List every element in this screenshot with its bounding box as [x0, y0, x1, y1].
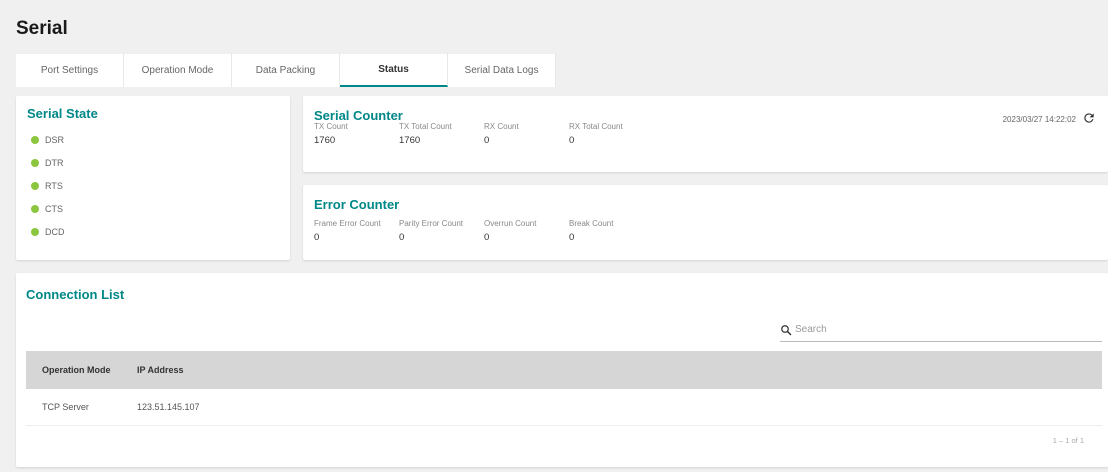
page-title: Serial: [16, 18, 68, 39]
counter-value: 0: [399, 232, 405, 243]
tab-status[interactable]: Status: [340, 54, 448, 87]
search-input[interactable]: [795, 324, 1085, 335]
serial-state-list: DSR DTR RTS CTS DCD: [27, 128, 279, 243]
refresh-icon[interactable]: [1082, 111, 1096, 125]
serial-counter-row: TX Count 1760 TX Total Count 1760 RX Cou…: [314, 122, 654, 146]
error-counter-card: Error Counter Frame Error Count 0 Parity…: [303, 185, 1108, 260]
table-row[interactable]: TCP Server 123.51.145.107: [26, 389, 1102, 426]
status-dot-icon: [31, 227, 39, 236]
status-dot-icon: [31, 181, 39, 190]
cell-ip-address: 123.51.145.107: [137, 402, 200, 412]
state-item-rts: RTS: [27, 174, 279, 197]
connection-list-title: Connection List: [26, 287, 125, 302]
serial-state-title: Serial State: [27, 106, 98, 121]
counter-value: 0: [484, 135, 490, 146]
connection-table: Operation Mode IP Address TCP Server 123…: [26, 351, 1102, 426]
tx-total-count: TX Total Count 1760: [399, 122, 484, 146]
parity-error-count: Parity Error Count 0: [399, 219, 484, 243]
counter-value: 0: [569, 135, 575, 146]
state-item-dsr: DSR: [27, 128, 279, 151]
rx-count: RX Count 0: [484, 122, 569, 146]
status-dot-icon: [31, 204, 39, 213]
tab-serial-data-logs[interactable]: Serial Data Logs: [448, 54, 556, 87]
error-counter-row: Frame Error Count 0 Parity Error Count 0…: [314, 219, 654, 243]
counter-label: TX Count: [314, 122, 348, 131]
state-item-label: RTS: [45, 180, 63, 191]
state-item-label: DSR: [45, 134, 65, 145]
serial-state-card: Serial State DSR DTR RTS CTS DCD: [16, 96, 290, 260]
column-header-operation-mode[interactable]: Operation Mode: [26, 365, 125, 375]
counter-label: RX Count: [484, 122, 519, 131]
tab-port-settings[interactable]: Port Settings: [16, 54, 124, 87]
overrun-count: Overrun Count 0: [484, 219, 569, 243]
serial-counter-card: Serial Counter 2023/03/27 14:22:02 TX Co…: [303, 96, 1108, 172]
counter-label: Parity Error Count: [399, 219, 464, 228]
state-item-label: CTS: [45, 203, 63, 214]
counter-value: 0: [484, 232, 490, 243]
state-item-label: DTR: [45, 157, 64, 168]
counter-value: 0: [569, 232, 575, 243]
counter-label: Frame Error Count: [314, 219, 381, 228]
error-counter-title: Error Counter: [314, 197, 400, 212]
state-item-dtr: DTR: [27, 151, 279, 174]
search-icon: [781, 324, 792, 335]
counter-value: 1760: [314, 135, 336, 146]
state-item-cts: CTS: [27, 197, 279, 220]
cell-operation-mode: TCP Server: [42, 402, 89, 412]
search-box: [780, 318, 1102, 342]
status-dot-icon: [31, 158, 39, 167]
rx-total-count: RX Total Count 0: [569, 122, 654, 146]
tab-data-packing[interactable]: Data Packing: [232, 54, 340, 87]
pagination-label: 1 – 1 of 1: [1052, 436, 1084, 445]
counter-label: RX Total Count: [569, 122, 623, 131]
table-header: Operation Mode IP Address: [26, 351, 1102, 389]
state-item-label: DCD: [45, 226, 65, 237]
column-header-ip-address[interactable]: IP Address: [125, 365, 184, 375]
tx-count: TX Count 1760: [314, 122, 399, 146]
frame-error-count: Frame Error Count 0: [314, 219, 399, 243]
tab-bar: Port Settings Operation Mode Data Packin…: [16, 54, 556, 87]
serial-counter-title: Serial Counter: [314, 108, 403, 123]
break-count: Break Count 0: [569, 219, 654, 243]
tab-operation-mode[interactable]: Operation Mode: [124, 54, 232, 87]
state-item-dcd: DCD: [27, 220, 279, 243]
counter-label: Break Count: [569, 219, 614, 228]
counter-value: 1760: [399, 135, 421, 146]
counter-label: Overrun Count: [484, 219, 537, 228]
counter-label: TX Total Count: [399, 122, 452, 131]
status-dot-icon: [31, 135, 39, 144]
last-updated-timestamp: 2023/03/27 14:22:02: [1002, 115, 1076, 124]
counter-value: 0: [314, 232, 320, 243]
